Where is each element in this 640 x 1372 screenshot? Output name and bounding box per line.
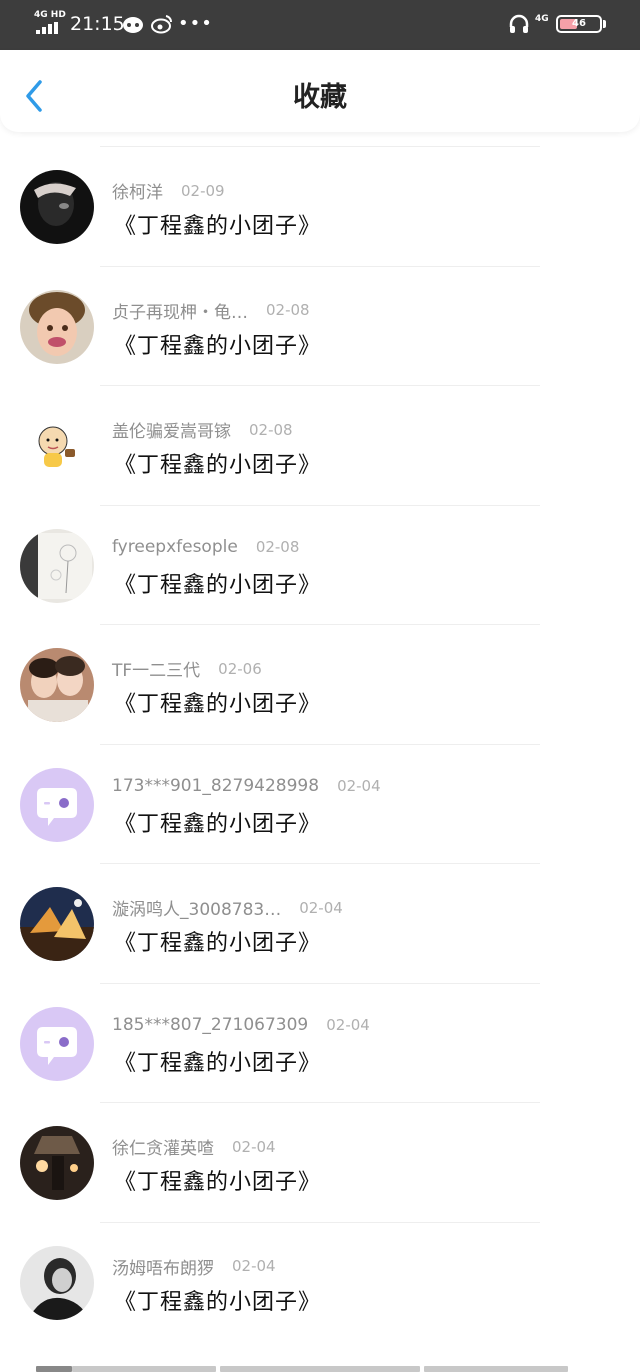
item-meta: 汤姆唔布朗猡 02-04 <box>112 1254 276 1280</box>
item-meta: 贞子再现柙・龟… 02-08 <box>112 298 310 324</box>
favorite-item[interactable]: 徐柯洋 02-09 《丁程鑫的小团子》 <box>0 132 640 252</box>
user-name[interactable]: TF一二三代 <box>112 656 200 681</box>
divider <box>100 504 540 506</box>
favorite-item[interactable]: 贞子再现柙・龟… 02-08 《丁程鑫的小团子》 <box>0 252 640 372</box>
divider <box>100 1221 540 1223</box>
nav-bar: 收藏 <box>0 50 640 132</box>
divider <box>100 265 540 267</box>
item-date: 02-04 <box>299 898 343 917</box>
avatar[interactable] <box>20 1006 94 1081</box>
clock: 21:15 <box>70 13 125 35</box>
battery-icon: 46 <box>556 15 602 33</box>
item-date: 02-04 <box>326 1016 370 1034</box>
favorite-item[interactable]: 漩涡鸣人_3008783… 02-04 《丁程鑫的小团子》 <box>0 849 640 969</box>
signal-icon <box>36 22 60 34</box>
avatar[interactable] <box>20 648 94 722</box>
user-name[interactable]: 漩涡鸣人_3008783… <box>112 895 281 920</box>
user-name[interactable]: 贞子再现柙・龟… <box>112 298 248 323</box>
item-meta: 漩涡鸣人_3008783… 02-04 <box>112 895 343 921</box>
divider <box>100 1102 540 1103</box>
favorite-item[interactable]: 汤姆唔布朗猡 02-04 《丁程鑫的小团子》 <box>0 1208 640 1328</box>
divider <box>100 743 540 745</box>
collection-title[interactable]: 《丁程鑫的小团子》 <box>114 806 321 838</box>
collection-title[interactable]: 《丁程鑫的小团子》 <box>114 567 321 599</box>
collection-title[interactable]: 《丁程鑫的小团子》 <box>114 328 321 360</box>
avatar[interactable] <box>20 1126 94 1200</box>
collection-title[interactable]: 《丁程鑫的小团子》 <box>114 1284 321 1316</box>
cell-type: 4G <box>535 14 549 24</box>
item-date: 02-04 <box>337 777 381 795</box>
item-meta: 盖伦骗爱嵩哥镓 02-08 <box>112 417 293 443</box>
network-type: 4G HD <box>34 10 66 20</box>
battery-percent: 46 <box>572 18 586 29</box>
favorites-list: 徐柯洋 02-09 《丁程鑫的小团子》 贞子再现柙・龟… 02-08 《丁程鑫的小团子》盖… <box>0 132 640 1327</box>
collection-title[interactable]: 《丁程鑫的小团子》 <box>114 686 321 718</box>
item-date: 02-09 <box>181 181 225 200</box>
divider <box>100 385 540 386</box>
item-meta: 徐仁贪灌英喳 02-04 <box>112 1134 276 1160</box>
avatar[interactable] <box>20 887 94 961</box>
item-meta: 185***807_271067309 02-04 <box>112 1015 370 1041</box>
next-row-peek <box>0 1360 640 1372</box>
user-name[interactable]: fyreepxfesople <box>112 537 238 557</box>
favorite-item[interactable]: 185***807_271067309 02-04 《丁程鑫的小团子》 <box>0 969 640 1089</box>
item-meta: 173***901_8279428998 02-04 <box>112 776 381 802</box>
collection-title[interactable]: 《丁程鑫的小团子》 <box>114 925 321 957</box>
item-meta: 徐柯洋 02-09 <box>112 178 225 204</box>
cat-app-icon <box>121 12 145 36</box>
item-meta: TF一二三代 02-06 <box>112 656 262 682</box>
avatar[interactable] <box>20 528 94 603</box>
user-name[interactable]: 185***807_271067309 <box>112 1015 308 1035</box>
user-name[interactable]: 徐柯洋 <box>112 178 163 203</box>
user-name[interactable]: 汤姆唔布朗猡 <box>112 1254 214 1279</box>
avatar[interactable] <box>20 1245 94 1320</box>
item-date: 02-08 <box>249 420 293 439</box>
weibo-icon <box>150 12 174 36</box>
collection-title[interactable]: 《丁程鑫的小团子》 <box>114 1164 321 1196</box>
item-meta: fyreepxfesople 02-08 <box>112 537 299 563</box>
user-name[interactable]: 徐仁贪灌英喳 <box>112 1134 214 1159</box>
item-date: 02-06 <box>218 659 262 678</box>
collection-title[interactable]: 《丁程鑫的小团子》 <box>114 1045 321 1077</box>
favorite-item[interactable]: 徐仁贪灌英喳 02-04 《丁程鑫的小团子》 <box>0 1088 640 1208</box>
favorite-item[interactable]: 173***901_8279428998 02-04 《丁程鑫的小团子》 <box>0 730 640 850</box>
collection-title[interactable]: 《丁程鑫的小团子》 <box>114 447 321 479</box>
item-date: 02-08 <box>266 301 310 319</box>
more-notifications-icon: ••• <box>178 13 213 34</box>
item-date: 02-04 <box>232 1257 276 1275</box>
avatar[interactable] <box>20 170 94 244</box>
item-date: 02-08 <box>255 538 300 556</box>
divider <box>100 624 540 625</box>
favorite-item[interactable]: fyreepxfesople 02-08 《丁程鑫的小团子》 <box>0 491 640 611</box>
status-bar: 4G HD 21:15 ••• 4G 46 <box>0 0 640 50</box>
divider <box>100 146 540 147</box>
collection-title[interactable]: 《丁程鑫的小团子》 <box>114 208 321 240</box>
item-date: 02-04 <box>232 1137 276 1156</box>
avatar[interactable] <box>20 409 94 483</box>
headphones-icon <box>508 13 530 35</box>
divider <box>100 863 540 864</box>
favorite-item[interactable]: TF一二三代 02-06 《丁程鑫的小团子》 <box>0 610 640 730</box>
battery-tip <box>603 20 606 28</box>
user-name[interactable]: 盖伦骗爱嵩哥镓 <box>112 417 231 442</box>
favorite-item[interactable]: 盖伦骗爱嵩哥镓 02-08 《丁程鑫的小团子》 <box>0 371 640 491</box>
divider <box>100 982 540 984</box>
avatar[interactable] <box>20 289 94 364</box>
user-name[interactable]: 173***901_8279428998 <box>112 776 319 796</box>
avatar[interactable] <box>20 767 94 842</box>
